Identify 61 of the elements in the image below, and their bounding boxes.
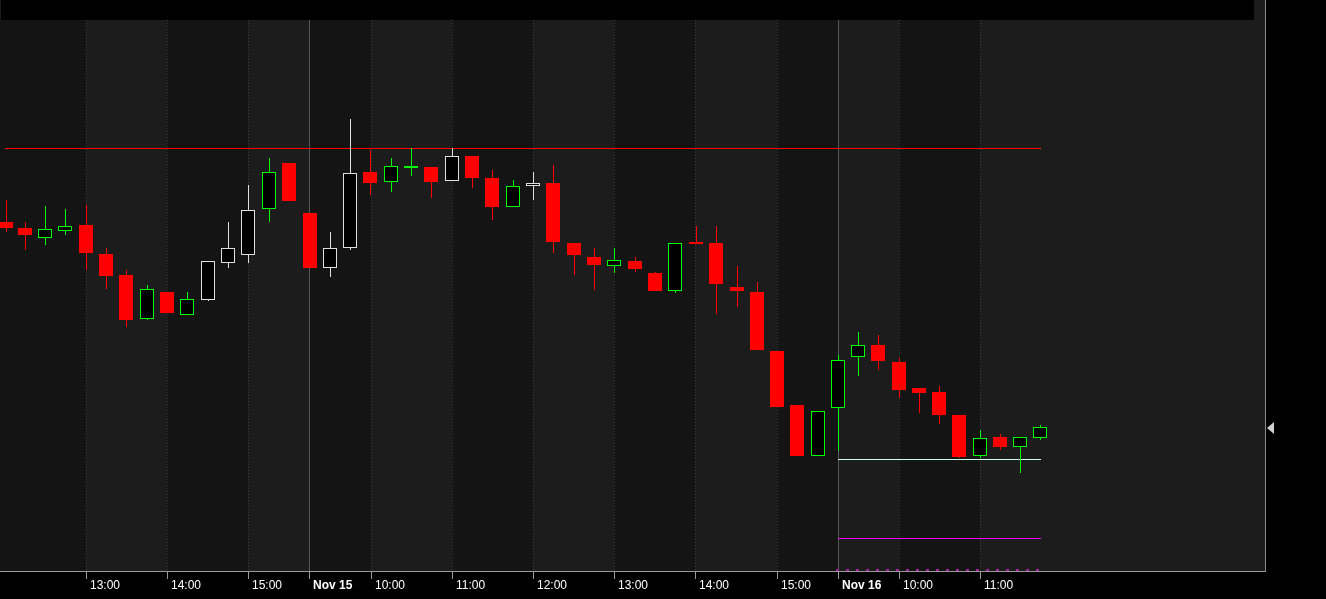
candlestick <box>506 179 520 208</box>
time-label: 15:00 <box>781 578 812 592</box>
candlestick <box>0 199 13 233</box>
time-label: 10:00 <box>903 578 934 592</box>
time-label: 11:00 <box>984 578 1014 592</box>
candlestick <box>628 256 642 273</box>
candlestick <box>160 291 174 314</box>
candlestick <box>973 429 987 459</box>
candlestick <box>892 357 906 399</box>
candlestick <box>851 331 865 377</box>
candlestick <box>38 205 52 246</box>
candlestick <box>811 410 825 457</box>
candlestick <box>952 414 966 459</box>
candlestick <box>140 284 154 321</box>
candlestick <box>221 221 235 269</box>
candlestick <box>384 157 398 193</box>
time-label: 11:00 <box>456 578 486 592</box>
candlestick <box>607 247 621 274</box>
candlestick <box>526 171 540 201</box>
candlestick <box>485 169 499 221</box>
date-label: Nov 16 <box>842 578 882 592</box>
candlestick <box>201 260 215 302</box>
candlestick <box>1033 424 1047 441</box>
candlestick <box>18 221 32 251</box>
candlestick <box>912 387 926 414</box>
candlestick <box>689 225 703 245</box>
candlestick <box>79 204 93 271</box>
time-label: 13:00 <box>90 578 121 592</box>
candlestick <box>119 269 133 328</box>
candlestick <box>648 271 662 292</box>
time-label: 13:00 <box>618 578 649 592</box>
candlestick <box>282 162 296 202</box>
time-label: 14:00 <box>699 578 730 592</box>
candlestick <box>180 291 194 316</box>
candlestick <box>790 404 804 457</box>
candlestick <box>404 147 418 177</box>
date-label: Nov 15 <box>313 578 353 592</box>
candlestick <box>363 149 377 196</box>
candlestick <box>99 247 113 290</box>
time-label: 14:00 <box>171 578 202 592</box>
time-label: 10:00 <box>375 578 406 592</box>
candlestick <box>1013 436 1027 474</box>
candlestick <box>750 281 764 351</box>
candlestick <box>730 265 744 308</box>
candlestick <box>770 350 784 408</box>
candlestick <box>567 242 581 276</box>
candlestick <box>323 231 337 278</box>
time-label: 12:00 <box>537 578 568 592</box>
candlestick <box>262 157 276 223</box>
candlestick <box>58 208 72 236</box>
candlestick <box>871 334 885 371</box>
candlestick <box>445 147 459 182</box>
time-label: 15:00 <box>252 578 283 592</box>
candlestick <box>424 166 438 199</box>
candlestick <box>668 242 682 294</box>
candlestick <box>932 385 946 425</box>
candlestick <box>465 155 479 189</box>
candlestick <box>303 212 317 269</box>
triangle-marker-icon <box>1267 422 1274 434</box>
candlestick <box>993 433 1007 451</box>
candlestick <box>587 247 601 291</box>
